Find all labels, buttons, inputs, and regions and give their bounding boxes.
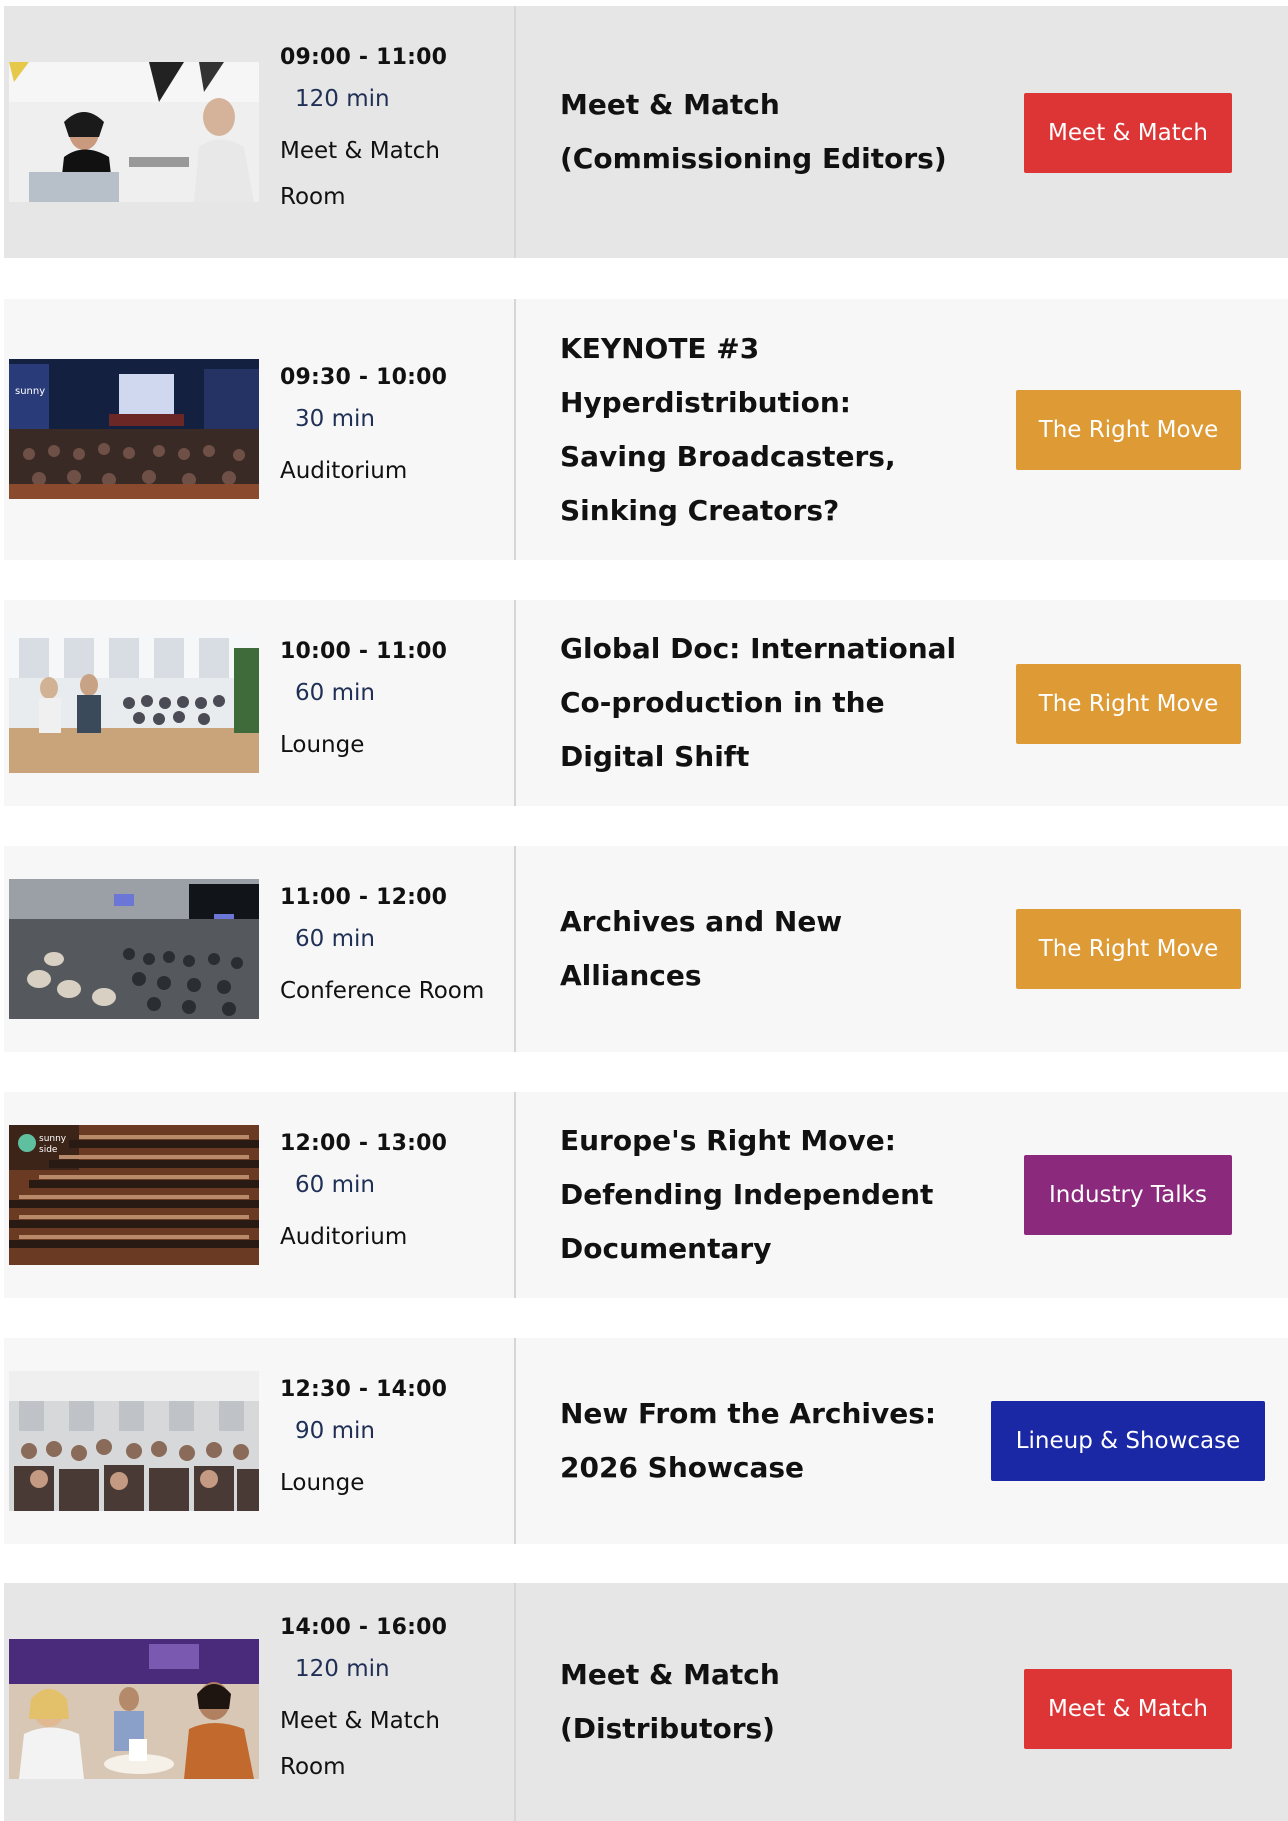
tag-button-meet-match[interactable]: Meet & Match — [1024, 1669, 1232, 1749]
tag-button-meet-match[interactable]: Meet & Match — [1024, 93, 1232, 173]
session-duration: 60 min — [295, 925, 375, 952]
session-row: sunny side 12:00 - 13:00 60 min Auditori… — [4, 1092, 1288, 1298]
session-title[interactable]: Archives and New Alliances — [560, 846, 860, 1052]
session-info: 11:00 - 12:00 60 min Conference Room — [280, 846, 516, 1052]
session-duration: 120 min — [295, 85, 390, 112]
session-info: 12:30 - 14:00 90 min Lounge — [280, 1338, 516, 1544]
lounge-photo — [9, 633, 259, 773]
session-time: 11:00 - 12:00 — [280, 884, 448, 910]
session-info: 09:30 - 10:00 30 min Auditorium — [280, 299, 516, 560]
session-row: sunny 09:30 - 10:00 30 min Auditorium KE… — [4, 299, 1288, 560]
session-title[interactable]: Global Doc: International Co-production … — [560, 600, 960, 806]
session-title[interactable]: Europe's Right Move: Defending Independe… — [560, 1092, 960, 1298]
svg-text:sunny: sunny — [39, 1134, 67, 1144]
session-room: Lounge — [280, 731, 365, 758]
session-time: 10:00 - 11:00 — [280, 638, 448, 664]
session-title[interactable]: Meet & Match (Commissioning Editors) — [560, 6, 950, 258]
session-thumbnail[interactable] — [9, 62, 259, 202]
session-room: Meet & Match Room — [280, 137, 440, 210]
meeting-photo — [9, 62, 259, 202]
session-duration: 60 min — [295, 1171, 375, 1198]
networking-photo — [9, 1639, 259, 1779]
session-info: 09:00 - 11:00 120 min Meet & Match Room — [280, 6, 516, 258]
tag-button-lineup-showcase[interactable]: Lineup & Showcase — [991, 1401, 1265, 1481]
session-room: Meet & Match Room — [280, 1707, 440, 1780]
svg-text:side: side — [39, 1145, 58, 1155]
session-thumbnail[interactable] — [9, 1371, 259, 1511]
auditorium-crowd-photo: sunny side — [9, 1125, 259, 1265]
session-title[interactable]: Meet & Match (Distributors) — [560, 1583, 820, 1821]
session-time: 12:30 - 14:00 — [280, 1376, 448, 1402]
session-thumbnail[interactable]: sunny — [9, 359, 259, 499]
session-row: 11:00 - 12:00 60 min Conference Room Arc… — [4, 846, 1288, 1052]
session-room: Auditorium — [280, 458, 408, 484]
session-time: 14:00 - 16:00 — [280, 1614, 448, 1640]
session-duration: 120 min — [295, 1655, 390, 1682]
session-title[interactable]: New From the Archives: 2026 Showcase — [560, 1338, 940, 1544]
conference-room-photo — [9, 879, 259, 1019]
session-info: 14:00 - 16:00 120 min Meet & Match Room — [280, 1583, 516, 1821]
session-info: 10:00 - 11:00 60 min Lounge — [280, 600, 516, 806]
auditorium-photo: sunny — [9, 359, 259, 499]
session-thumbnail[interactable] — [9, 1639, 259, 1779]
session-row: 10:00 - 11:00 60 min Lounge Global Doc: … — [4, 600, 1288, 806]
session-duration: 60 min — [295, 679, 375, 706]
session-room: Conference Room — [280, 977, 485, 1004]
session-thumbnail[interactable]: sunny side — [9, 1125, 259, 1265]
session-thumbnail[interactable] — [9, 633, 259, 773]
tag-button-right-move[interactable]: The Right Move — [1016, 390, 1241, 470]
session-room: Lounge — [280, 1469, 365, 1496]
session-room: Auditorium — [280, 1223, 408, 1250]
schedule-list: 09:00 - 11:00 120 min Meet & Match Room … — [0, 0, 1288, 1821]
lounge-crowd-photo — [9, 1371, 259, 1511]
session-row: 14:00 - 16:00 120 min Meet & Match Room … — [4, 1583, 1288, 1821]
tag-button-right-move[interactable]: The Right Move — [1016, 909, 1241, 989]
session-info: 12:00 - 13:00 60 min Auditorium — [280, 1092, 516, 1298]
session-time: 12:00 - 13:00 — [280, 1130, 448, 1156]
session-row: 09:00 - 11:00 120 min Meet & Match Room … — [4, 6, 1288, 258]
session-thumbnail[interactable] — [9, 879, 259, 1019]
session-duration: 30 min — [295, 406, 375, 432]
tag-button-right-move[interactable]: The Right Move — [1016, 664, 1241, 744]
session-time: 09:00 - 11:00 — [280, 44, 448, 70]
session-title[interactable]: KEYNOTE #3 Hyperdistribution: Saving Bro… — [560, 299, 960, 560]
session-row: 12:30 - 14:00 90 min Lounge New From the… — [4, 1338, 1288, 1544]
tag-button-industry-talks[interactable]: Industry Talks — [1024, 1155, 1232, 1235]
session-time: 09:30 - 10:00 — [280, 365, 448, 390]
session-duration: 90 min — [295, 1417, 375, 1444]
svg-text:sunny: sunny — [15, 386, 45, 397]
